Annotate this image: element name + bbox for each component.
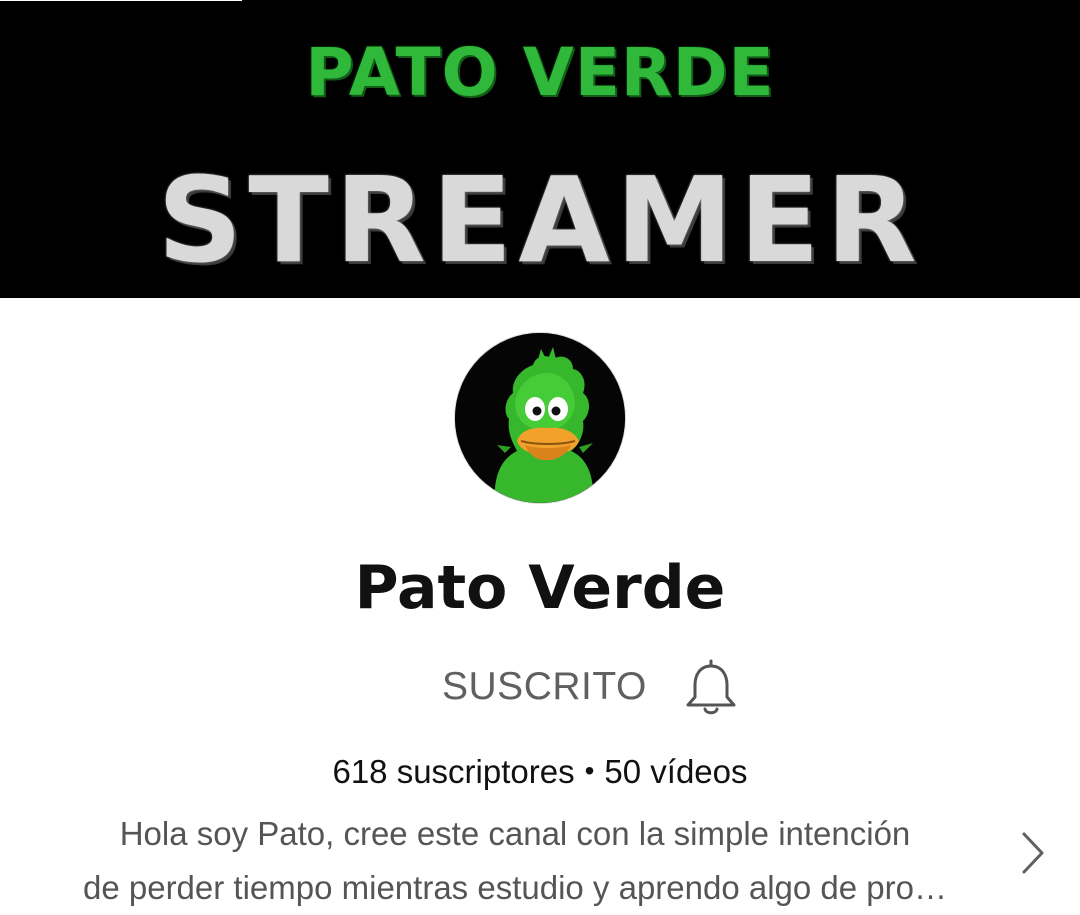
channel-description[interactable]: Hola soy Pato, cree este canal con la si… xyxy=(40,807,990,915)
description-line-2: de perder tiempo mientras estudio y apre… xyxy=(82,869,947,906)
channel-banner: PATO VERDE STREAMER xyxy=(0,0,1080,298)
description-line-1: Hola soy Pato, cree este canal con la si… xyxy=(119,815,911,852)
channel-stats: 618 suscriptores • 50 vídeos xyxy=(0,748,1080,795)
notification-bell-button[interactable] xyxy=(682,657,740,717)
expand-description-button[interactable] xyxy=(1010,826,1054,880)
subscribed-button[interactable]: SUSCRITO xyxy=(442,655,647,719)
banner-subtitle: STREAMER xyxy=(157,151,923,289)
banner-title: PATO VERDE xyxy=(305,34,775,111)
stats-separator: • xyxy=(584,755,595,786)
channel-name: Pato Verde xyxy=(354,553,726,623)
bell-icon xyxy=(686,659,736,715)
subscriber-count: 618 suscriptores xyxy=(332,753,575,790)
green-duck-avatar-icon xyxy=(455,333,625,503)
video-count: 50 vídeos xyxy=(604,753,748,790)
channel-avatar[interactable] xyxy=(455,333,625,503)
subscribe-row: SUSCRITO xyxy=(442,655,742,719)
chevron-right-icon xyxy=(1022,832,1044,874)
banner-edge xyxy=(0,0,242,1)
